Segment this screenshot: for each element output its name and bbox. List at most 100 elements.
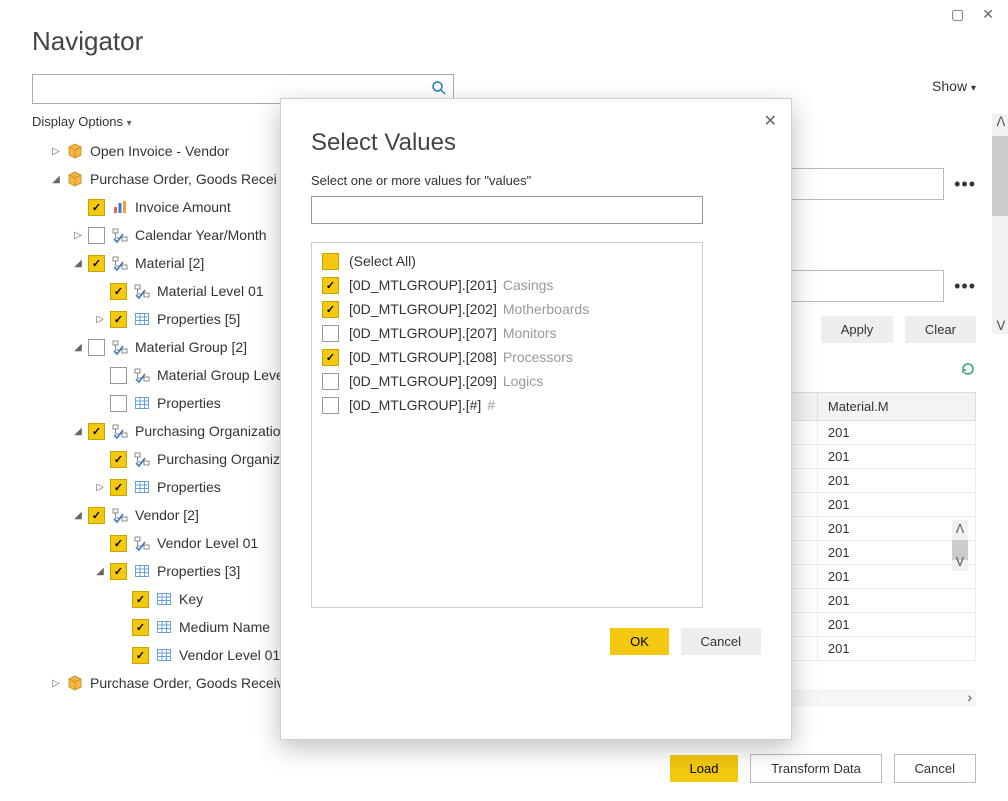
dialog-prompt: Select one or more values for "values" [311,173,761,188]
expand-toggle-icon[interactable]: ◢ [72,510,84,521]
expand-toggle-icon[interactable]: ▷ [50,678,62,689]
list-item[interactable]: [0D_MTLGROUP].[207] Monitors [312,321,702,345]
tree-item-label: Purchase Order, Goods Recei [90,171,277,187]
tree-item-label: Key [179,591,203,607]
transform-data-button[interactable]: Transform Data [750,754,882,783]
expand-toggle-icon[interactable]: ◢ [72,342,84,353]
display-options-label: Display Options [32,114,123,129]
tree-item-label: Properties [157,479,221,495]
ok-button[interactable]: OK [610,628,669,655]
checkbox-icon[interactable] [110,367,127,384]
checkbox-icon[interactable] [322,277,339,294]
item-description: # [487,397,495,413]
load-button[interactable]: Load [670,755,739,782]
checkbox-icon[interactable] [88,227,105,244]
meas-icon [111,199,129,215]
checkbox-icon[interactable] [110,451,127,468]
expand-toggle-icon[interactable]: ▷ [72,230,84,241]
expand-toggle-icon[interactable]: ◢ [72,426,84,437]
parameter-browse-1[interactable]: ••• [954,174,976,195]
checkbox-icon[interactable] [132,591,149,608]
filter-input[interactable] [311,196,703,224]
tree-item-label: Purchasing Organization [135,423,288,439]
cell: 201 [817,637,975,661]
checkbox-icon[interactable] [322,397,339,414]
expand-toggle-icon[interactable]: ◢ [50,174,62,185]
right-pane-vscroll[interactable]: ᐱ ᐯ [992,114,1008,334]
select-all-label: (Select All) [349,253,416,269]
item-code: [0D_MTLGROUP].[201] [349,277,497,293]
checkbox-icon[interactable] [132,619,149,636]
cell: 201 [817,493,975,517]
hier-icon [111,507,129,523]
cell: 201 [817,445,975,469]
tree-item-label: Vendor [2] [135,507,199,523]
checkbox-icon[interactable] [322,325,339,342]
clear-button[interactable]: Clear [905,316,976,343]
parameter-browse-2[interactable]: ••• [954,276,976,297]
close-icon[interactable]: ✕ [982,6,994,23]
expand-toggle-icon[interactable]: ◢ [72,258,84,269]
tree-item-label: Material Group Level 0 [157,367,299,383]
checkbox-icon[interactable] [110,563,127,580]
cancel-button[interactable]: Cancel [894,754,976,783]
checkbox-icon[interactable] [110,535,127,552]
item-code: [0D_MTLGROUP].[#] [349,397,481,413]
checkbox-indeterminate-icon[interactable] [322,253,339,270]
tree-item-label: Properties [3] [157,563,240,579]
values-list[interactable]: (Select All) [0D_MTLGROUP].[201]Casings[… [311,242,703,608]
expand-toggle-icon[interactable]: ▷ [94,482,106,493]
hier-icon [111,423,129,439]
list-item[interactable]: [0D_MTLGROUP].[#] # [312,393,702,417]
tbl-icon [155,619,173,635]
list-item[interactable]: [0D_MTLGROUP].[201]Casings [312,273,702,297]
checkbox-icon[interactable] [110,311,127,328]
list-item[interactable]: [0D_MTLGROUP].[208]Processors [312,345,702,369]
tree-item-label: Medium Name [179,619,270,635]
checkbox-icon[interactable] [88,255,105,272]
tree-item-label: Properties [157,395,221,411]
tbl-icon [155,591,173,607]
list-item[interactable]: [0D_MTLGROUP].[202]Motherboards [312,297,702,321]
preview-vscroll[interactable]: ᐱᐯ [952,520,968,571]
cancel-button[interactable]: Cancel [681,628,761,655]
checkbox-icon[interactable] [322,373,339,390]
expand-toggle-icon[interactable]: ◢ [94,566,106,577]
checkbox-icon[interactable] [110,395,127,412]
chevron-down-icon: ▾ [127,118,132,129]
checkbox-icon[interactable] [88,507,105,524]
apply-button[interactable]: Apply [821,316,894,343]
checkbox-icon[interactable] [322,349,339,366]
close-icon[interactable]: ✕ [764,111,777,131]
checkbox-icon[interactable] [322,301,339,318]
show-label: Show [932,78,967,94]
select-all-item[interactable]: (Select All) [312,249,702,273]
checkbox-icon[interactable] [88,423,105,440]
checkbox-icon[interactable] [88,339,105,356]
cube-icon [66,675,84,691]
tbl-icon [133,311,151,327]
item-description: Processors [503,349,573,365]
cell: 201 [817,613,975,637]
expand-toggle-icon[interactable]: ▷ [94,314,106,325]
cell: 201 [817,589,975,613]
checkbox-icon[interactable] [88,199,105,216]
tree-item-label: Properties [5] [157,311,240,327]
item-code: [0D_MTLGROUP].[202] [349,301,497,317]
checkbox-icon[interactable] [132,647,149,664]
select-values-dialog: ✕ Select Values Select one or more value… [280,98,792,740]
maximize-icon[interactable]: ▢ [951,6,964,23]
list-item[interactable]: [0D_MTLGROUP].[209]Logics [312,369,702,393]
chevron-down-icon: ▾ [971,83,976,94]
item-code: [0D_MTLGROUP].[207] [349,325,497,341]
hier-icon [133,451,151,467]
item-description: Monitors [503,325,557,341]
expand-toggle-icon[interactable]: ▷ [50,146,62,157]
hier-icon [133,535,151,551]
checkbox-icon[interactable] [110,479,127,496]
column-header[interactable]: Material.M [817,393,975,421]
search-icon [431,80,447,96]
checkbox-icon[interactable] [110,283,127,300]
show-dropdown[interactable]: Show ▾ [932,78,976,94]
refresh-icon[interactable] [960,361,976,382]
